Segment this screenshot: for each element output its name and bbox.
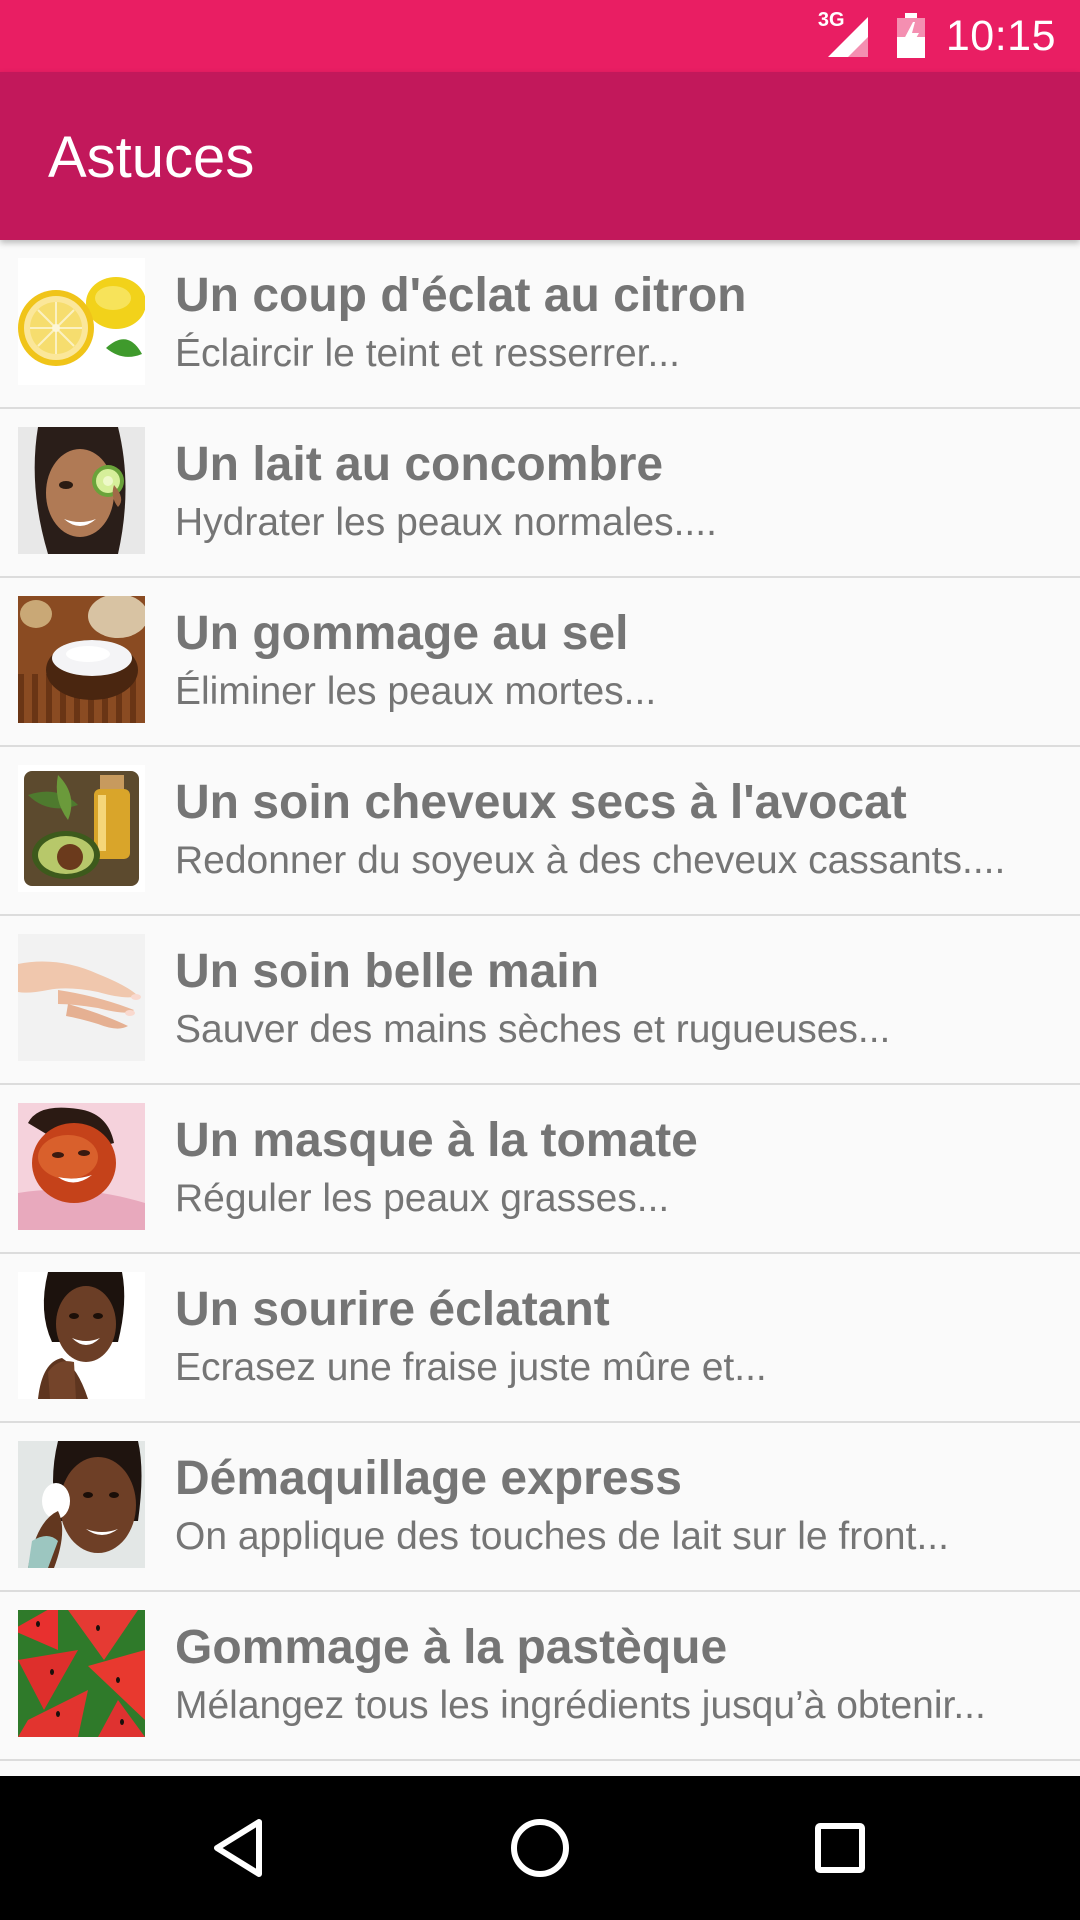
item-title: Un soin belle main xyxy=(175,945,600,998)
clock: 10:15 xyxy=(945,11,1056,60)
list-item[interactable]: Un soin cheveux secs à l'avocat Redonner… xyxy=(0,747,1080,916)
item-subtitle: Redonner du soyeux à des cheveux cassant… xyxy=(175,839,1006,882)
hand-thumbnail xyxy=(18,934,145,1061)
lemon-thumbnail xyxy=(18,258,145,385)
cucumber-face-thumbnail xyxy=(18,427,145,554)
network-type-label: 3G xyxy=(817,9,845,31)
watermelon-thumbnail xyxy=(18,1610,145,1737)
list-item[interactable]: Démaquillage express On applique des tou… xyxy=(0,1423,1080,1592)
list-item[interactable]: Un gommage au sel Éliminer les peaux mor… xyxy=(0,578,1080,747)
item-title: Un gommage au sel xyxy=(175,607,629,660)
item-subtitle: Ecrasez une fraise juste mûre et... xyxy=(175,1346,767,1389)
item-title: Démaquillage express xyxy=(175,1452,682,1505)
item-title: Un soin cheveux secs à l'avocat xyxy=(175,776,907,829)
makeup-removal-thumbnail xyxy=(18,1441,145,1568)
item-title: Un sourire éclatant xyxy=(175,1283,610,1336)
avocado-oil-thumbnail xyxy=(18,765,145,892)
list-item[interactable]: Un sourire éclatant Ecrasez une fraise j… xyxy=(0,1254,1080,1423)
item-title: Un coup d'éclat au citron xyxy=(175,269,747,322)
status-icons: 3G 10:15 xyxy=(818,0,1056,72)
list-item[interactable]: Un soin belle main Sauver des mains sèch… xyxy=(0,916,1080,1085)
item-subtitle: On applique des touches de lait sur le f… xyxy=(175,1515,949,1558)
app-bar: Astuces xyxy=(0,72,1080,240)
item-title: Un lait au concombre xyxy=(175,438,664,491)
item-subtitle: Mélangez tous les ingrédients jusqu’à ob… xyxy=(175,1684,986,1727)
item-subtitle: Réguler les peaux grasses... xyxy=(175,1177,670,1220)
navigation-bar xyxy=(0,1776,1080,1920)
smile-thumbnail xyxy=(18,1272,145,1399)
item-subtitle: Éclaircir le teint et resserrer... xyxy=(175,332,680,375)
tips-list: Un coup d'éclat au citron Éclaircir le t… xyxy=(0,240,1080,1776)
item-subtitle: Hydrater les peaux normales.... xyxy=(175,501,717,544)
list-item[interactable]: Gommage à la pastèque Mélangez tous les … xyxy=(0,1592,1080,1761)
item-subtitle: Éliminer les peaux mortes... xyxy=(175,670,657,713)
battery-icon xyxy=(896,13,926,59)
page-title: Astuces xyxy=(48,125,255,190)
item-title: Un masque à la tomate xyxy=(175,1114,698,1167)
list-item[interactable]: Un lait au concombre Hydrater les peaux … xyxy=(0,409,1080,578)
list-item[interactable]: Un masque à la tomate Réguler les peaux … xyxy=(0,1085,1080,1254)
home-circle-icon[interactable] xyxy=(504,1812,576,1884)
network-indicator: 3G xyxy=(818,9,874,59)
salt-bowl-thumbnail xyxy=(18,596,145,723)
status-bar: 3G 10:15 xyxy=(0,0,1080,72)
item-title: Gommage à la pastèque xyxy=(175,1621,728,1674)
recents-square-icon[interactable] xyxy=(804,1812,876,1884)
list-item[interactable]: Un coup d'éclat au citron Éclaircir le t… xyxy=(0,240,1080,409)
tomato-mask-thumbnail xyxy=(18,1103,145,1230)
item-subtitle: Sauver des mains sèches et rugueuses... xyxy=(175,1008,891,1051)
back-triangle-icon[interactable] xyxy=(205,1812,277,1884)
